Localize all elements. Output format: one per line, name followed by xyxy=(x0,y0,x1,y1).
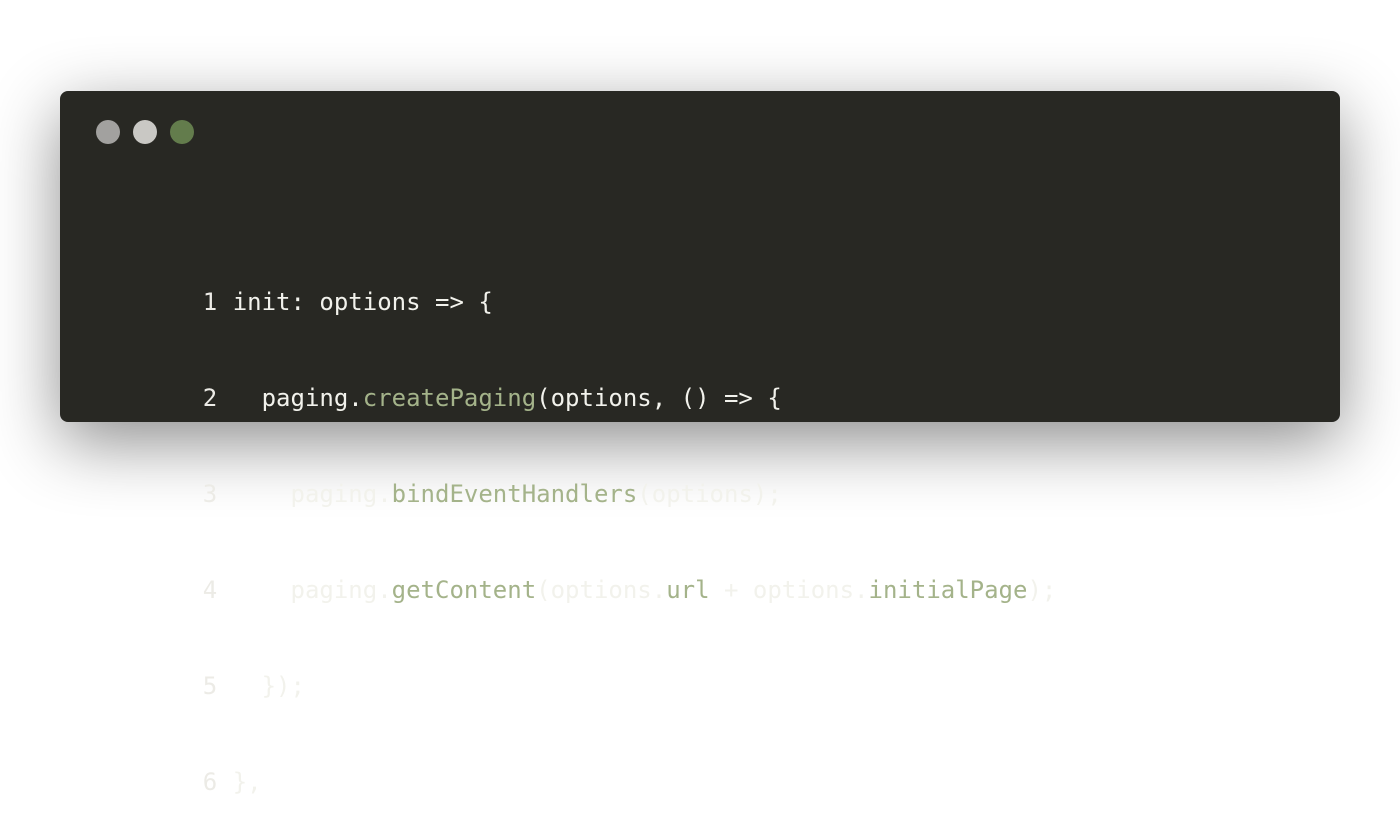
code-window: 1 init: options => { 2 paging.createPagin… xyxy=(60,91,1340,796)
line-number: 3 xyxy=(202,480,218,508)
line-number: 4 xyxy=(202,576,218,604)
code-token: init: options => { xyxy=(232,288,493,316)
code-token: }); xyxy=(232,672,305,700)
code-line: 6}, xyxy=(116,734,1056,796)
code-line: 5 }); xyxy=(116,638,1056,700)
close-dot-icon[interactable] xyxy=(96,120,120,144)
line-number: 5 xyxy=(202,672,218,700)
code-line: 4 paging.getContent(options.url + option… xyxy=(116,542,1057,604)
code-token: (options); xyxy=(637,480,782,508)
code-token: paging. xyxy=(232,576,392,604)
maximize-dot-icon[interactable] xyxy=(170,120,194,144)
code-token-method: getContent xyxy=(391,576,537,604)
line-number: 1 xyxy=(202,288,218,316)
code-token: (options, () => { xyxy=(536,384,782,412)
code-token-method: createPaging xyxy=(362,384,537,412)
code-token: ); xyxy=(1027,576,1057,604)
code-token: (options. xyxy=(536,576,667,604)
minimize-dot-icon[interactable] xyxy=(133,120,157,144)
code-token: paging. xyxy=(232,384,363,412)
line-number: 6 xyxy=(202,768,218,796)
code-token-property: url xyxy=(666,576,710,604)
code-token: + options. xyxy=(709,576,869,604)
code-token: }, xyxy=(232,768,262,796)
code-token: paging. xyxy=(232,480,392,508)
code-line: 2 paging.createPaging(options, () => { xyxy=(116,350,1056,412)
code-token-method: bindEventHandlers xyxy=(391,480,638,508)
code-token-property: initialPage xyxy=(868,576,1028,604)
code-line: 1 init: options => { xyxy=(116,254,1056,316)
code-block: 1 init: options => { 2 paging.createPagin… xyxy=(116,190,1057,830)
line-number: 2 xyxy=(202,384,218,412)
code-line: 3 paging.bindEventHandlers(options); xyxy=(116,446,1056,508)
